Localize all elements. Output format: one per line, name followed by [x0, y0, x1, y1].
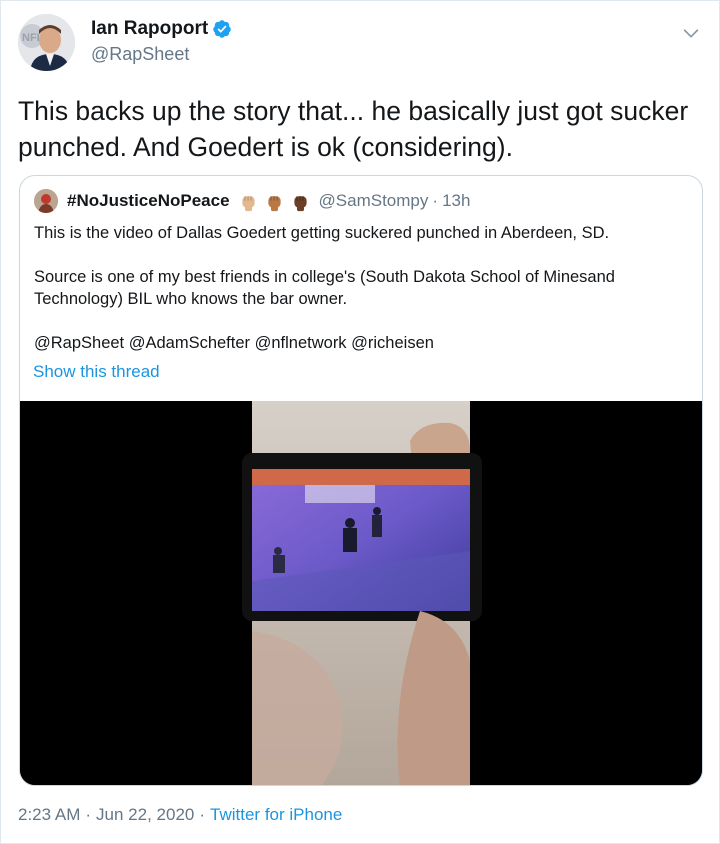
quoted-text-line: Technology) BIL who knows the bar owner. [34, 290, 348, 308]
footer-separator: · [199, 805, 206, 824]
tweet-date[interactable]: Jun 22, 2020 [96, 805, 194, 825]
quoted-mentions[interactable]: @RapSheet @AdamSchefter @nflnetwork @ric… [34, 332, 689, 354]
author-handle[interactable]: @RapSheet [91, 44, 232, 65]
footer-separator: · [85, 805, 92, 824]
show-thread-link[interactable]: Show this thread [33, 362, 160, 382]
quoted-timestamp[interactable]: 13h [442, 191, 470, 211]
raised-fist-medium-icon [267, 195, 281, 211]
quoted-text-line: Source is one of my best friends in coll… [34, 268, 615, 286]
quoted-author-avatar[interactable] [34, 189, 58, 213]
author-name[interactable]: Ian Rapoport [91, 18, 208, 40]
raised-fist-dark-icon [293, 195, 307, 211]
quoted-separator: · [432, 191, 439, 210]
quoted-tweet-text: This is the video of Dallas Goedert gett… [34, 222, 689, 354]
quoted-tweet[interactable]: #NoJusticeNoPeace @SamStompy · 13h This … [19, 175, 703, 786]
author-name-row: Ian Rapoport [91, 18, 232, 40]
chevron-down-icon[interactable] [680, 22, 702, 44]
author-info: Ian Rapoport @RapSheet [91, 18, 232, 65]
tweet-source-link[interactable]: Twitter for iPhone [210, 805, 342, 825]
quoted-text-line: This is the video of Dallas Goedert gett… [34, 224, 610, 242]
quoted-tweet-header: #NoJusticeNoPeace @SamStompy · 13h [34, 188, 470, 214]
verified-badge-icon [213, 20, 231, 38]
tweet-header: NFL Ian Rapoport @RapSheet [18, 14, 702, 74]
quoted-author-handle[interactable]: @SamStompy [319, 191, 429, 211]
tweet-card: NFL Ian Rapoport @RapSheet This backs up… [0, 0, 720, 844]
tweet-text: This backs up the story that... he basic… [18, 96, 689, 162]
tweet-time[interactable]: 2:23 AM [18, 805, 80, 825]
author-avatar[interactable]: NFL [18, 14, 75, 71]
video-player[interactable] [20, 401, 702, 785]
video-thumbnail [20, 401, 702, 785]
raised-fist-light-icon [241, 195, 255, 211]
quoted-author-name[interactable]: #NoJusticeNoPeace [67, 191, 230, 211]
tweet-footer: 2:23 AM · Jun 22, 2020 · Twitter for iPh… [18, 805, 342, 825]
raised-fist-emojis [233, 191, 311, 212]
